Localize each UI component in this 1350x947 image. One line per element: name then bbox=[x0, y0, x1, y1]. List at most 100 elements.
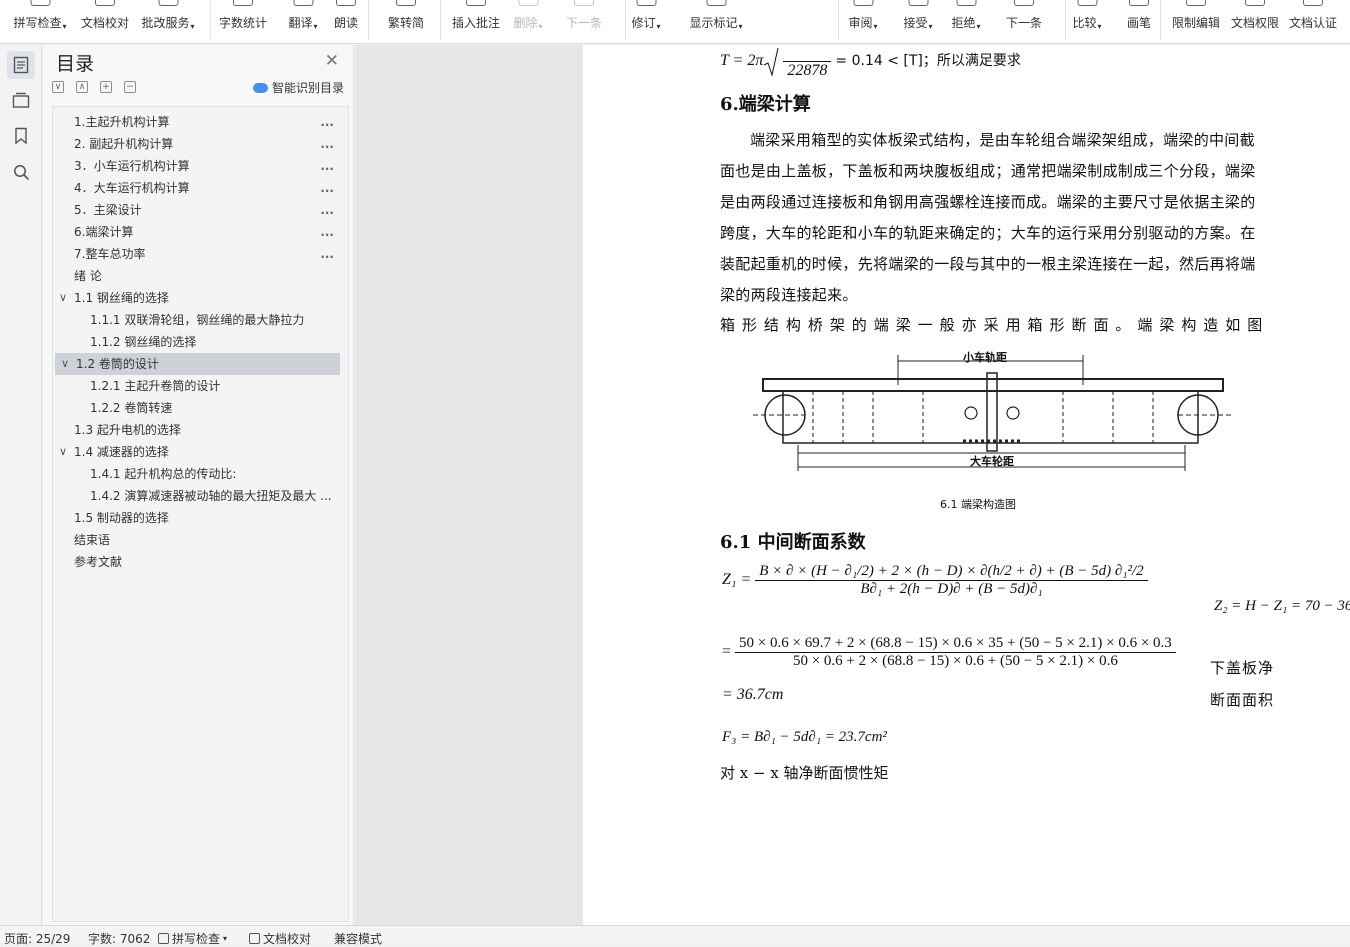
ribbon-button-trad-to-simp[interactable]: 繁转简 bbox=[388, 0, 424, 43]
toc-item[interactable]: 1.2.2 卷筒转速 bbox=[53, 397, 348, 419]
toc-item[interactable]: 结束语 bbox=[53, 529, 348, 551]
toc-item[interactable]: 1.1.1 双联滑轮组，钢丝绳的最大静拉力 bbox=[53, 309, 348, 331]
close-icon[interactable]: ✕ bbox=[325, 51, 339, 71]
ribbon-button-translate[interactable]: 翻译 ▾ bbox=[288, 0, 318, 43]
remove-level-icon[interactable]: − bbox=[124, 81, 136, 93]
paragraph-spaced-line: 箱 形 结 构 桥 架 的 端 梁 一 般 亦 采 用 箱 形 断 面 。 端 … bbox=[720, 316, 1264, 334]
z1-numerator: B × ∂ × (H − ∂₁/2) + 2 × (h − D) × ∂(h/2… bbox=[755, 563, 1148, 581]
ribbon-button-compare[interactable]: 比较 ▾ bbox=[1072, 0, 1102, 43]
toc-item[interactable]: ∨ 1.1 钢丝绳的选择 bbox=[53, 287, 348, 309]
toc-leader: ... bbox=[320, 247, 334, 261]
ribbon-label: 字数统计 bbox=[218, 16, 268, 30]
add-level-icon[interactable]: + bbox=[100, 81, 112, 93]
z1-label: Z₁ = bbox=[722, 571, 752, 589]
ribbon-label: 翻译 bbox=[288, 16, 313, 30]
paragraph-line: 跨度，大车的轮距和小车的轨距来确定的；大车的运行采用分别驱动的方案。在 bbox=[720, 224, 1256, 242]
figure-caption: 6.1 端梁构造图 bbox=[940, 498, 1016, 511]
ribbon-label: 删除 bbox=[513, 16, 538, 30]
chevron-down-icon[interactable]: ∨ bbox=[59, 441, 67, 463]
collapse-all-icon[interactable]: ∨ bbox=[52, 81, 64, 93]
ribbon-button-document-permission[interactable]: 文档权限 bbox=[1231, 0, 1279, 43]
bookmark-icon[interactable] bbox=[7, 122, 35, 150]
ribbon-button-delete-comment[interactable]: 删除 ▾ bbox=[513, 0, 543, 43]
word-count[interactable]: 字数: 7062 bbox=[88, 930, 150, 947]
ribbon-button-proofread[interactable]: 文档校对 bbox=[81, 0, 129, 43]
ribbon-button-track-changes[interactable]: 修订 ▾ bbox=[631, 0, 661, 43]
spell-check-icon bbox=[30, 0, 50, 6]
toc-item[interactable]: 1.主起升机构计算... bbox=[53, 111, 348, 133]
ribbon-separator bbox=[440, 0, 441, 40]
toc-title: 目录 bbox=[56, 53, 95, 75]
chevron-down-icon: ▾ bbox=[190, 22, 195, 31]
ribbon-button-correction-service[interactable]: 批改服务 ▾ bbox=[141, 0, 195, 43]
toc-leader: ... bbox=[320, 115, 334, 129]
page-indicator[interactable]: 页面: 25/29 bbox=[4, 930, 70, 947]
ribbon-button-word-count[interactable]: 字数统计 bbox=[218, 0, 268, 43]
toc-item[interactable]: 绪 论 bbox=[53, 265, 348, 287]
toc-item-label: 1.1 钢丝绳的选择 bbox=[74, 291, 169, 305]
toc-item[interactable]: 1.1.2 钢丝绳的选择 bbox=[53, 331, 348, 353]
toc-item[interactable]: 3．小车运行机构计算... bbox=[53, 155, 348, 177]
toc-item[interactable]: 1.3 起升电机的选择 bbox=[53, 419, 348, 441]
ribbon-button-accept[interactable]: 接受 ▾ bbox=[903, 0, 933, 43]
proofread-status[interactable]: 文档校对 bbox=[249, 930, 311, 947]
ribbon-button-reject[interactable]: 拒绝 ▾ bbox=[951, 0, 981, 43]
trad-to-simp-icon bbox=[395, 0, 416, 6]
z2-formula: Z₂ = H − Z₁ = 70 − 36 bbox=[1214, 598, 1350, 614]
toc-item-label: 1.4.1 起升机构总的传动比: bbox=[90, 467, 237, 481]
toc-leader: ... bbox=[320, 203, 334, 217]
toc-item[interactable]: ∨ 1.4 减速器的选择 bbox=[53, 441, 348, 463]
expand-up-icon[interactable]: ∧ bbox=[76, 81, 88, 93]
toc-item[interactable]: 1.5 制动器的选择 bbox=[53, 507, 348, 529]
ribbon-button-next-comment[interactable]: 下一条 bbox=[565, 0, 603, 43]
ribbon-button-restrict-editing[interactable]: 限制编辑 bbox=[1172, 0, 1220, 43]
document-page[interactable]: T = 2π 0 22878 = 0.14 < [T]；所以满足要求 6.端梁计算… bbox=[583, 45, 1350, 925]
ribbon-button-review[interactable]: 审阅 ▾ bbox=[848, 0, 878, 43]
toc-item-label: 绪 论 bbox=[74, 269, 102, 283]
ribbon-button-show-markup[interactable]: 显示标记 ▾ bbox=[689, 0, 743, 43]
compare-icon bbox=[1077, 0, 1097, 6]
spell-check-status[interactable]: 拼写检查 ▾ bbox=[158, 930, 227, 947]
paragraph-line: 端梁采用箱型的实体板梁式结构，是由车轮组合端梁架组成，端梁的中间截 bbox=[750, 131, 1255, 149]
toc-item[interactable]: 2. 副起升机构计算... bbox=[53, 133, 348, 155]
figure-bottom-label: 大车轮距 bbox=[970, 455, 1014, 468]
toc-item-label: 1.2.1 主起升卷筒的设计 bbox=[90, 379, 221, 393]
ribbon-button-next-change[interactable]: 下一条 bbox=[1006, 0, 1042, 43]
chapter-nav-icon[interactable] bbox=[7, 86, 35, 114]
ribbon-button-insert-comment[interactable]: 插入批注 bbox=[452, 0, 500, 43]
close-box-icon bbox=[249, 933, 260, 944]
toc-item[interactable]: 1.2.1 主起升卷筒的设计 bbox=[53, 375, 348, 397]
smart-toc-button[interactable]: 智能识别目录 bbox=[252, 79, 344, 96]
formula-result: = 0.14 < [T]；所以满足要求 bbox=[835, 53, 1021, 70]
toc-item-label: 1.2 卷筒的设计 bbox=[76, 357, 159, 371]
search-icon[interactable] bbox=[7, 158, 35, 186]
toc-item[interactable]: 7.整车总功率... bbox=[53, 243, 348, 265]
translate-icon bbox=[293, 0, 313, 6]
toc-panel-icon[interactable] bbox=[7, 51, 35, 79]
delete-comment-icon bbox=[518, 0, 538, 6]
toc-item[interactable]: 4．大车运行机构计算... bbox=[53, 177, 348, 199]
ribbon-button-read-aloud[interactable]: 朗读 bbox=[334, 0, 358, 43]
top-formula: T = 2π 0 22878 = 0.14 < [T]；所以满足要求 bbox=[720, 45, 1021, 79]
chevron-down-icon: ▾ bbox=[656, 22, 661, 31]
ribbon-button-spell-check[interactable]: 拼写检查 ▾ bbox=[13, 0, 67, 43]
show-markup-icon bbox=[706, 0, 726, 6]
side-text-2: 断面面积 bbox=[1210, 691, 1275, 709]
paragraph-line: 梁的两段连接起来。 bbox=[720, 286, 858, 304]
chevron-down-icon[interactable]: ∨ bbox=[59, 287, 67, 309]
toc-item[interactable]: ∨ 1.2 卷筒的设计 bbox=[55, 353, 340, 375]
ribbon-label: 下一条 bbox=[565, 16, 603, 30]
proofread-label: 文档校对 bbox=[263, 932, 312, 946]
toc-item[interactable]: 1.4.1 起升机构总的传动比: bbox=[53, 463, 348, 485]
toc-item[interactable]: 参考文献 bbox=[53, 551, 348, 573]
accept-icon bbox=[908, 0, 928, 6]
toc-item[interactable]: 6.端梁计算... bbox=[53, 221, 348, 243]
proofread-icon bbox=[94, 0, 115, 6]
chevron-down-icon[interactable]: ∨ bbox=[61, 353, 69, 375]
toc-item[interactable]: 1.4.2 演算减速器被动轴的最大扭矩及最大 ... bbox=[53, 485, 348, 507]
ribbon-button-document-certify[interactable]: 文档认证 bbox=[1289, 0, 1337, 43]
calc-numerator: 50 × 0.6 × 69.7 + 2 × (68.8 − 15) × 0.6 … bbox=[735, 635, 1176, 653]
ribbon-button-pen[interactable]: 画笔 bbox=[1127, 0, 1151, 43]
chevron-down-icon: ▾ bbox=[313, 22, 318, 31]
toc-item[interactable]: 5．主梁设计... bbox=[53, 199, 348, 221]
